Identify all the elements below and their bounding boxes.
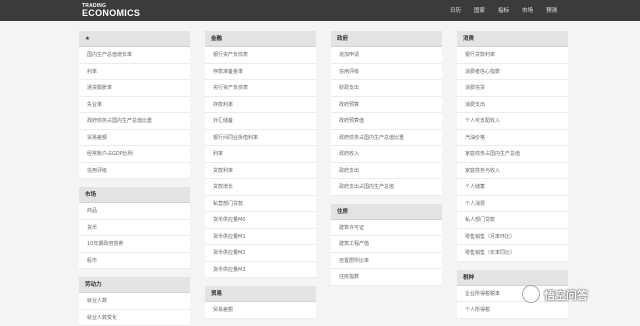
indicator-link[interactable]: 商品: [79, 203, 190, 220]
logo-line-2: ECONOMICS: [82, 10, 140, 17]
section-header: 劳动力: [79, 277, 190, 293]
section-header: 金融: [205, 31, 316, 47]
indicator-link[interactable]: 货币供应量M3: [205, 262, 316, 279]
section-gap: [79, 179, 190, 187]
indicator-link[interactable]: 贷款增长: [205, 179, 316, 196]
indicator-link[interactable]: 央行资产负债表: [205, 80, 316, 97]
nav-indicators[interactable]: 指标: [498, 6, 509, 14]
indicator-link[interactable]: 零售销售（年率同比）: [457, 245, 568, 262]
indicator-link[interactable]: 银行贷款利率: [457, 47, 568, 64]
indicator-link[interactable]: 就业人数: [79, 293, 190, 310]
column-4: 消费银行贷款利率消费者信心指数消费信贷消费支出个人可支配收入汽油价格家庭债务占国…: [457, 31, 568, 319]
section-gap: [205, 278, 316, 286]
watermark-text: 悟空问答: [544, 287, 588, 303]
column-2: 金融银行资产负债表存款准备金率央行资产负债表存款利率外汇储备银行间同业拆借利率利…: [205, 31, 316, 319]
indicator-link[interactable]: 私营部门贷款: [205, 196, 316, 213]
section-header: ★: [79, 31, 190, 47]
watermark-logo-icon: [522, 285, 540, 303]
indicator-link[interactable]: 家庭债务与收入: [457, 163, 568, 180]
indicator-link[interactable]: 追加申请: [331, 47, 442, 64]
indicator-link[interactable]: 股市: [79, 253, 190, 270]
nav-markets[interactable]: 市场: [522, 6, 533, 14]
indicator-link[interactable]: 个人消费: [457, 196, 568, 213]
indicator-link[interactable]: 货币供应量M0: [205, 212, 316, 229]
indicator-link[interactable]: 国内生产总值增长率: [79, 47, 190, 64]
indicator-link[interactable]: 贸易差额: [205, 302, 316, 319]
section-header: 住房: [331, 204, 442, 220]
section-header: 贸易: [205, 286, 316, 302]
indicator-link[interactable]: 政府预算值: [331, 113, 442, 130]
indicator-link[interactable]: 利率: [205, 146, 316, 163]
column-3: 政府追加申请信用评级财政支出政府预算政府预算值政府债务占国内生产总值比重政府收入…: [331, 31, 442, 286]
indicator-link[interactable]: 财政支出: [331, 80, 442, 97]
indicator-link[interactable]: 货币供应量M2: [205, 245, 316, 262]
indicator-link[interactable]: 消费者信心指数: [457, 64, 568, 81]
indicator-link[interactable]: 外汇储备: [205, 113, 316, 130]
indicator-link[interactable]: 信用评级: [331, 64, 442, 81]
indicator-link[interactable]: 政府收入: [331, 146, 442, 163]
indicator-link[interactable]: 汽油价格: [457, 130, 568, 147]
indicator-link[interactable]: 就业人数变化: [79, 310, 190, 326]
section-header: 消费: [457, 31, 568, 47]
top-navigation-bar: TRADING ECONOMICS 日历 国家 指标 市场 预测: [0, 0, 640, 21]
indicator-link[interactable]: 个人可支配收入: [457, 113, 568, 130]
nav-forecasts[interactable]: 预测: [546, 6, 557, 14]
indicator-link[interactable]: 住房指数: [331, 269, 442, 286]
indicator-link[interactable]: 存款利率: [205, 97, 316, 114]
column-1: ★国内生产总值增长率利率通货膨胀率失业率政府债务占国内生产总值比重贸易差额经常账…: [79, 31, 190, 326]
indicator-link[interactable]: 建筑工程产值: [331, 236, 442, 253]
indicator-link[interactable]: 失业率: [79, 97, 190, 114]
indicator-link[interactable]: 贷款利率: [205, 163, 316, 180]
indicator-link[interactable]: 自置居所比率: [331, 253, 442, 270]
indicator-link[interactable]: 政府债务占国内生产总值比重: [331, 130, 442, 147]
section-gap: [79, 269, 190, 277]
indicator-link[interactable]: 私人部门贷款: [457, 212, 568, 229]
indicator-link[interactable]: 零售销售（月率环比）: [457, 229, 568, 246]
indicator-link[interactable]: 通货膨胀率: [79, 80, 190, 97]
indicator-link[interactable]: 货币供应量M1: [205, 229, 316, 246]
indicator-link[interactable]: 政府支出: [331, 163, 442, 180]
nav-calendar[interactable]: 日历: [450, 6, 461, 14]
indicator-link[interactable]: 贸易差额: [79, 130, 190, 147]
watermark: 悟空问答: [522, 283, 632, 307]
indicator-link[interactable]: 货币: [79, 220, 190, 237]
indicator-link[interactable]: 消费信贷: [457, 80, 568, 97]
nav-countries[interactable]: 国家: [474, 6, 485, 14]
indicator-link[interactable]: 10年期政府债券: [79, 236, 190, 253]
section-header: 政府: [331, 31, 442, 47]
indicator-link[interactable]: 个人储蓄: [457, 179, 568, 196]
section-header: 市场: [79, 187, 190, 203]
indicator-link[interactable]: 信用评级: [79, 163, 190, 180]
indicator-link[interactable]: 政府预算: [331, 97, 442, 114]
indicator-link[interactable]: 经常账户占GDP比例: [79, 146, 190, 163]
section-gap: [331, 196, 442, 204]
indicator-link[interactable]: 存款准备金率: [205, 64, 316, 81]
indicator-link[interactable]: 政府债务占国内生产总值比重: [79, 113, 190, 130]
indicator-link[interactable]: 银行资产负债表: [205, 47, 316, 64]
main-nav: 日历 国家 指标 市场 预测: [450, 6, 570, 14]
indicator-link[interactable]: 利率: [79, 64, 190, 81]
indicator-link[interactable]: 消费支出: [457, 97, 568, 114]
section-gap: [457, 262, 568, 270]
indicator-link[interactable]: 建筑许可证: [331, 220, 442, 237]
indicator-link[interactable]: 政府支出占国内生产总值: [331, 179, 442, 196]
site-logo[interactable]: TRADING ECONOMICS: [82, 3, 140, 17]
indicator-link[interactable]: 家庭债务占国内生产总值: [457, 146, 568, 163]
indicator-link[interactable]: 银行间同业拆借利率: [205, 130, 316, 147]
